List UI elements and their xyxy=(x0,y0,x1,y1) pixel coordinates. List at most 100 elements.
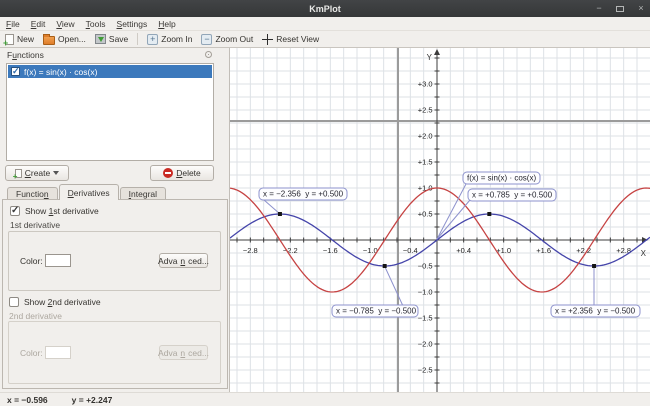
x-tick-label: −1.6 xyxy=(323,246,338,255)
plot-annotation-text: x = −0.785 y = −0.500 xyxy=(336,307,417,316)
plot-annotation-text: f(x) = sin(x) · cos(x) xyxy=(467,174,536,183)
reset-view-label: Reset View xyxy=(276,34,320,44)
derivatives-tab-panel: Show 1st derivative 1st derivative Color… xyxy=(2,199,228,389)
x-tick-label: +0.4 xyxy=(456,246,471,255)
reset-view-crosshair-icon xyxy=(262,33,274,45)
save-icon xyxy=(94,34,106,44)
menu-view[interactable]: View xyxy=(56,19,74,29)
label-leader-line xyxy=(384,266,404,307)
function-expression: f(x) = sin(x) · cos(x) xyxy=(24,66,98,77)
menu-settings[interactable]: Settings xyxy=(117,19,148,29)
y-tick-label: +1.5 xyxy=(418,158,433,167)
save-button[interactable]: Save xyxy=(94,34,129,44)
function-visible-checkbox[interactable] xyxy=(11,66,20,77)
create-button[interactable]: Create xyxy=(5,165,69,181)
open-button[interactable]: Open... xyxy=(43,33,86,45)
show-2nd-derivative-checkbox[interactable] xyxy=(9,297,19,307)
plot-annotation-text: x = +2.356 y = −0.500 xyxy=(555,307,636,316)
y-tick-label: −1.5 xyxy=(418,314,433,323)
show-1st-derivative-row: Show 1st derivative xyxy=(10,205,99,216)
create-button-label: Create xyxy=(24,168,51,178)
y-tick-label: +3.0 xyxy=(418,80,433,89)
1st-derivative-groupbox: Color: Adva n ced... xyxy=(8,231,221,291)
function-list[interactable]: f(x) = sin(x) · cos(x) xyxy=(6,63,214,161)
cursor-y-readout: y = +2.247 xyxy=(71,394,113,405)
menu-edit[interactable]: Edit xyxy=(31,19,46,29)
cursor-x-readout: x = −0.596 xyxy=(7,394,48,405)
kmplot-window: KmPlot − × File Edit View Tools Settings… xyxy=(0,0,650,406)
new-button-label: New xyxy=(17,34,35,44)
close-icon[interactable]: × xyxy=(636,4,646,13)
1st-derivative-section-title: 1st derivative xyxy=(10,220,61,230)
functions-dock-header: Functions xyxy=(0,48,229,62)
color-label-2: Color: xyxy=(20,348,43,358)
maximize-icon[interactable] xyxy=(616,5,624,12)
y-axis-label: Y xyxy=(427,53,433,62)
plot-annotation-text: x = +0.785 y = +0.500 xyxy=(472,191,553,200)
menu-tools[interactable]: Tools xyxy=(86,19,106,29)
show-2nd-derivative-row: Show 2nd derivative xyxy=(9,297,101,307)
y-tick-label: −1.0 xyxy=(418,288,433,297)
y-tick-label: −0.5 xyxy=(418,262,433,271)
open-folder-icon xyxy=(43,33,56,45)
zoom-in-label: Zoom In xyxy=(161,34,193,44)
label-leader-line xyxy=(436,199,471,240)
title-bar: KmPlot − × xyxy=(0,0,650,17)
save-button-label: Save xyxy=(108,34,129,44)
delete-button-label: Delete xyxy=(176,168,201,178)
plot-canvas[interactable]: YX−2.8 −2.2 −1.6 −1.0 −0.4 +0.4 +1.0 +1.6 +2.2 +2… xyxy=(230,48,650,392)
functions-dock: Functions f(x) = sin(x) · cos(x) Create … xyxy=(0,48,230,392)
second-derivative-color-swatch xyxy=(45,346,71,359)
y-tick-label: +2.5 xyxy=(418,106,433,115)
x-axis-label: X xyxy=(641,249,647,258)
extremum-point xyxy=(277,212,282,216)
show-1st-derivative-label: Show 1st derivative xyxy=(25,206,99,216)
reset-view-button[interactable]: Reset View xyxy=(262,33,320,45)
y-axis-arrow xyxy=(434,49,440,55)
x-tick-label: +1.6 xyxy=(536,246,551,255)
first-derivative-color-swatch[interactable] xyxy=(45,254,71,267)
menu-help[interactable]: Help xyxy=(158,19,175,29)
extremum-point xyxy=(592,264,597,268)
new-document-icon xyxy=(3,33,14,48)
dock-float-icon[interactable] xyxy=(205,51,212,58)
x-tick-label: −2.8 xyxy=(243,246,258,255)
editor-tabbar: Functio n Derivatives Integral xyxy=(2,184,228,200)
y-tick-label: +0.5 xyxy=(418,210,433,219)
x-tick-label: −0.4 xyxy=(403,246,418,255)
window-title: KmPlot xyxy=(309,3,341,14)
delete-button[interactable]: Delete xyxy=(150,165,214,181)
plot-view[interactable]: Y X −2.8 −2.2 −1.6 −1.0 −0.4 +0.4 +1.0 +1.6 +2.2 +2… xyxy=(230,48,650,392)
function-list-item[interactable]: f(x) = sin(x) · cos(x) xyxy=(8,65,212,78)
2nd-derivative-section-title: 2nd derivative xyxy=(9,311,62,321)
y-tick-label: +2.0 xyxy=(418,132,433,141)
tab-derivatives[interactable]: Derivatives xyxy=(58,184,119,200)
zoom-out-button[interactable]: − Zoom Out xyxy=(201,33,254,45)
create-document-icon xyxy=(13,168,22,181)
2nd-derivative-groupbox: Color: Adva n ced... xyxy=(8,321,221,384)
toolbar: New Open... Save + Zoom In − Zoom Out Re… xyxy=(0,31,650,48)
extremum-point xyxy=(487,212,492,216)
show-1st-derivative-checkbox[interactable] xyxy=(10,205,20,216)
y-tick-label: −2.5 xyxy=(418,366,433,375)
label-leader-line xyxy=(263,199,281,215)
menu-bar: File Edit View Tools Settings Help xyxy=(0,17,650,31)
delete-icon xyxy=(163,168,174,178)
advanced-button-1[interactable]: Adva n ced... xyxy=(158,253,209,268)
advanced-button-2: Adva n ced... xyxy=(158,345,209,360)
y-tick-label: −2.0 xyxy=(418,340,433,349)
status-bar: x = −0.596 y = +2.247 xyxy=(0,392,650,406)
toolbar-separator xyxy=(137,33,139,45)
color-label-1: Color: xyxy=(20,256,43,266)
minimize-icon[interactable]: − xyxy=(594,4,604,13)
zoom-out-label: Zoom Out xyxy=(215,34,254,44)
zoom-in-icon: + xyxy=(147,33,159,45)
show-2nd-derivative-label: Show 2nd derivative xyxy=(24,297,101,307)
window-buttons: − × xyxy=(594,0,646,17)
zoom-in-button[interactable]: + Zoom In xyxy=(147,33,193,45)
menu-file[interactable]: File xyxy=(6,19,20,29)
plot-annotation-text: x = −2.356 y = +0.500 xyxy=(263,190,344,199)
extremum-point xyxy=(382,264,387,268)
new-button[interactable]: New xyxy=(3,33,35,48)
chevron-down-icon xyxy=(53,171,60,175)
